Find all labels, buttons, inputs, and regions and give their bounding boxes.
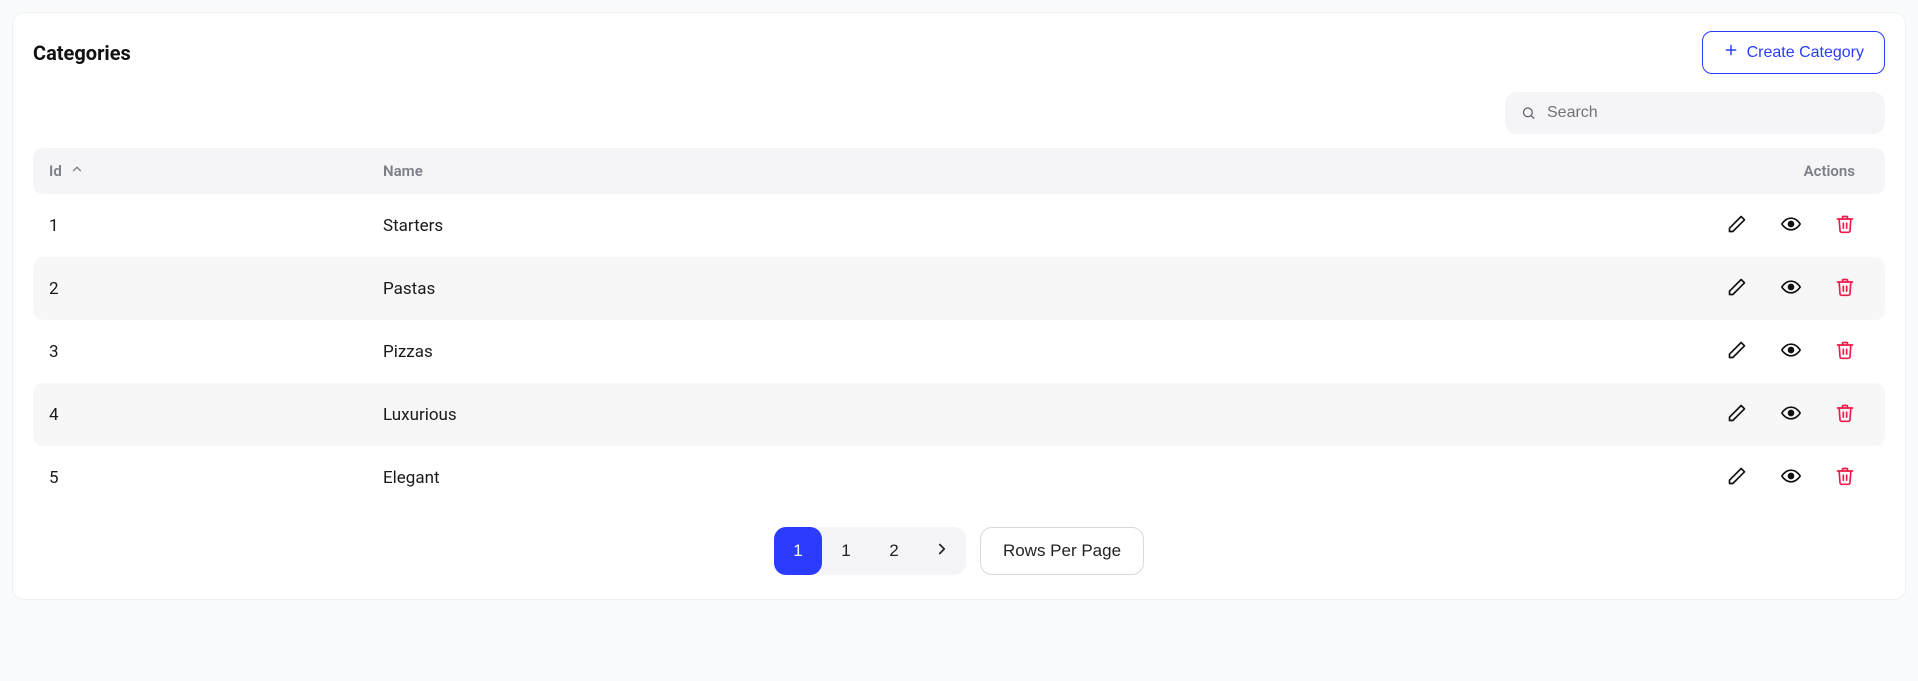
- col-name-label: Name: [383, 162, 423, 180]
- table-row: 2Pastas: [33, 257, 1885, 320]
- page-button-1[interactable]: 1: [822, 527, 870, 575]
- delete-button[interactable]: [1835, 403, 1855, 426]
- view-button[interactable]: [1781, 214, 1801, 237]
- plus-icon: [1723, 42, 1739, 63]
- eye-icon: [1781, 340, 1801, 363]
- col-actions-label: Actions: [1804, 162, 1855, 180]
- edit-button[interactable]: [1727, 340, 1747, 363]
- table-row: 1Starters: [33, 194, 1885, 257]
- delete-button[interactable]: [1835, 277, 1855, 300]
- search-wrap: [1505, 92, 1885, 134]
- cell-actions: [1685, 277, 1885, 300]
- pencil-icon: [1727, 466, 1747, 489]
- eye-icon: [1781, 277, 1801, 300]
- eye-icon: [1781, 466, 1801, 489]
- view-button[interactable]: [1781, 466, 1801, 489]
- cell-id: 1: [33, 216, 383, 236]
- pencil-icon: [1727, 277, 1747, 300]
- edit-button[interactable]: [1727, 214, 1747, 237]
- table-row: 4Luxurious: [33, 383, 1885, 446]
- trash-icon: [1835, 340, 1855, 363]
- edit-button[interactable]: [1727, 466, 1747, 489]
- delete-button[interactable]: [1835, 340, 1855, 363]
- pager-row: 1 1 2 Rows Per Page: [33, 527, 1885, 575]
- pencil-icon: [1727, 340, 1747, 363]
- delete-button[interactable]: [1835, 466, 1855, 489]
- pencil-icon: [1727, 214, 1747, 237]
- search-input[interactable]: [1505, 92, 1885, 134]
- cell-name: Starters: [383, 216, 1685, 236]
- view-button[interactable]: [1781, 403, 1801, 426]
- pager: 1 1 2: [774, 527, 966, 575]
- eye-icon: [1781, 214, 1801, 237]
- create-category-label: Create Category: [1747, 44, 1864, 62]
- cell-id: 2: [33, 279, 383, 299]
- create-category-button[interactable]: Create Category: [1702, 31, 1885, 74]
- trash-icon: [1835, 277, 1855, 300]
- column-header-name[interactable]: Name: [383, 162, 1685, 180]
- cell-id: 4: [33, 405, 383, 425]
- cell-id: 3: [33, 342, 383, 362]
- trash-icon: [1835, 403, 1855, 426]
- delete-button[interactable]: [1835, 214, 1855, 237]
- cell-actions: [1685, 403, 1885, 426]
- categories-table: Id Name Actions 1Starters2Pastas3Pizzas4…: [33, 148, 1885, 509]
- view-button[interactable]: [1781, 340, 1801, 363]
- chevron-right-icon: [933, 540, 951, 563]
- cell-name: Pizzas: [383, 342, 1685, 362]
- cell-name: Elegant: [383, 468, 1685, 488]
- page-title: Categories: [33, 41, 131, 65]
- search-row: [33, 92, 1885, 134]
- card-header: Categories Create Category: [33, 31, 1885, 74]
- cell-name: Luxurious: [383, 405, 1685, 425]
- categories-card: Categories Create Category Id Name: [12, 12, 1906, 600]
- column-header-id[interactable]: Id: [33, 162, 383, 180]
- edit-button[interactable]: [1727, 277, 1747, 300]
- cell-name: Pastas: [383, 279, 1685, 299]
- page-button-1-active[interactable]: 1: [774, 527, 822, 575]
- column-header-actions: Actions: [1685, 162, 1885, 180]
- edit-button[interactable]: [1727, 403, 1747, 426]
- sort-asc-icon: [70, 162, 84, 180]
- trash-icon: [1835, 214, 1855, 237]
- table-row: 5Elegant: [33, 446, 1885, 509]
- eye-icon: [1781, 403, 1801, 426]
- table-row: 3Pizzas: [33, 320, 1885, 383]
- table-body: 1Starters2Pastas3Pizzas4Luxurious5Elegan…: [33, 194, 1885, 509]
- cell-actions: [1685, 214, 1885, 237]
- cell-actions: [1685, 340, 1885, 363]
- pencil-icon: [1727, 403, 1747, 426]
- rows-per-page-button[interactable]: Rows Per Page: [980, 527, 1144, 575]
- view-button[interactable]: [1781, 277, 1801, 300]
- table-header-row: Id Name Actions: [33, 148, 1885, 194]
- col-id-label: Id: [49, 162, 62, 180]
- page-button-2[interactable]: 2: [870, 527, 918, 575]
- page-next-button[interactable]: [918, 527, 966, 575]
- cell-actions: [1685, 466, 1885, 489]
- cell-id: 5: [33, 468, 383, 488]
- trash-icon: [1835, 466, 1855, 489]
- search-icon: [1521, 106, 1536, 121]
